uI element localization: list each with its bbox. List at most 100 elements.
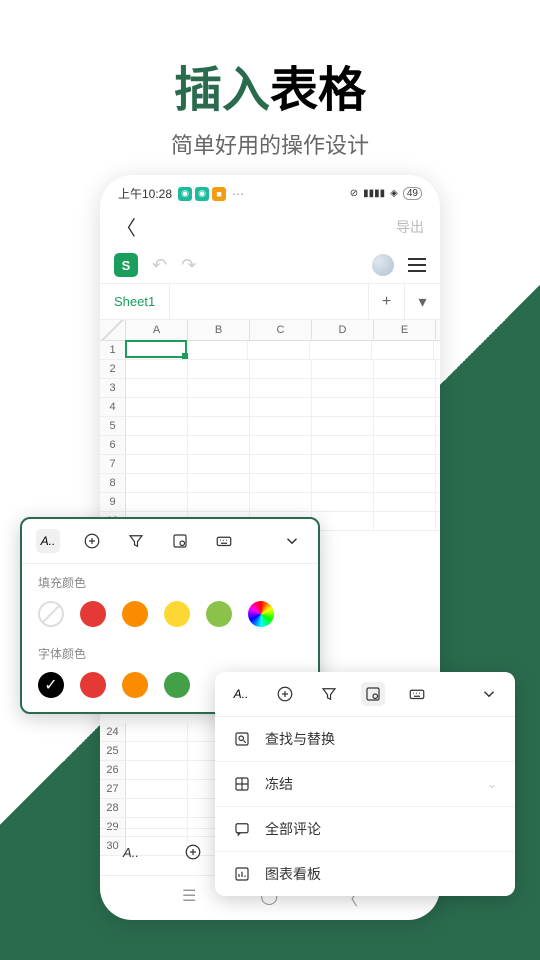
cell[interactable] xyxy=(372,341,434,359)
cell[interactable] xyxy=(312,398,374,416)
cell[interactable] xyxy=(188,455,250,473)
insert-button[interactable] xyxy=(273,682,297,706)
cell[interactable] xyxy=(374,417,436,435)
cell[interactable] xyxy=(250,474,312,492)
grid-row[interactable]: 9 xyxy=(100,493,440,512)
font-color-red[interactable] xyxy=(80,672,106,698)
fill-color-yellow[interactable] xyxy=(164,601,190,627)
cell[interactable] xyxy=(374,360,436,378)
cell[interactable] xyxy=(250,398,312,416)
grid-row[interactable]: 5 xyxy=(100,417,440,436)
col-header[interactable]: A xyxy=(126,320,188,340)
row-header[interactable]: 9 xyxy=(100,493,126,511)
cell[interactable] xyxy=(126,455,188,473)
undo-button[interactable]: ↶ xyxy=(152,255,167,276)
cell[interactable] xyxy=(312,379,374,397)
insert-button[interactable] xyxy=(182,841,204,863)
grid-row[interactable]: 8 xyxy=(100,474,440,493)
spreadsheet-grid[interactable]: A B C D E 12345678910 xyxy=(100,320,440,531)
row-header[interactable]: 27 xyxy=(100,780,126,798)
fill-color-orange[interactable] xyxy=(122,601,148,627)
redo-button[interactable]: ↷ xyxy=(181,255,196,276)
cell[interactable] xyxy=(126,493,188,511)
cell[interactable] xyxy=(188,398,250,416)
cell[interactable] xyxy=(250,417,312,435)
sheet-tab-1[interactable]: Sheet1 xyxy=(100,284,170,319)
fill-color-red[interactable] xyxy=(80,601,106,627)
view-button[interactable] xyxy=(361,682,385,706)
insert-button[interactable] xyxy=(80,529,104,553)
cell[interactable] xyxy=(312,360,374,378)
row-header[interactable]: 7 xyxy=(100,455,126,473)
menu-all-comments[interactable]: 全部评论 xyxy=(215,807,515,852)
collapse-button[interactable] xyxy=(280,529,304,553)
cell[interactable] xyxy=(186,341,248,359)
menu-button[interactable] xyxy=(408,258,426,272)
select-all-corner[interactable] xyxy=(100,320,126,340)
cell[interactable] xyxy=(374,398,436,416)
view-button[interactable] xyxy=(168,529,192,553)
cell[interactable] xyxy=(250,493,312,511)
col-header[interactable]: E xyxy=(374,320,436,340)
menu-freeze[interactable]: 冻结 ⌄ xyxy=(215,762,515,807)
color-picker-button[interactable] xyxy=(248,601,274,627)
cell[interactable] xyxy=(188,474,250,492)
grid-row[interactable]: 2 xyxy=(100,360,440,379)
row-header[interactable]: 25 xyxy=(100,742,126,760)
cell[interactable] xyxy=(312,417,374,435)
font-tool-button[interactable]: A.. xyxy=(36,529,60,553)
font-color-black[interactable]: ✓ xyxy=(38,672,64,698)
cell[interactable] xyxy=(312,493,374,511)
row-header[interactable]: 28 xyxy=(100,799,126,817)
cell[interactable] xyxy=(188,436,250,454)
row-header[interactable]: 2 xyxy=(100,360,126,378)
cell[interactable] xyxy=(188,360,250,378)
fill-color-green[interactable] xyxy=(206,601,232,627)
cell[interactable] xyxy=(374,379,436,397)
cell[interactable] xyxy=(312,455,374,473)
row-header[interactable]: 3 xyxy=(100,379,126,397)
font-tool-button[interactable]: A.. xyxy=(229,682,253,706)
row-header[interactable]: 24 xyxy=(100,723,126,741)
filter-button[interactable] xyxy=(317,682,341,706)
col-header[interactable]: C xyxy=(250,320,312,340)
menu-chart-dashboard[interactable]: 图表看板 xyxy=(215,852,515,896)
row-header[interactable]: 6 xyxy=(100,436,126,454)
cell[interactable] xyxy=(188,417,250,435)
cell[interactable] xyxy=(188,493,250,511)
row-header[interactable]: 4 xyxy=(100,398,126,416)
keyboard-button[interactable] xyxy=(212,529,236,553)
cell[interactable] xyxy=(250,379,312,397)
cell[interactable] xyxy=(126,474,188,492)
cell[interactable] xyxy=(126,360,188,378)
no-fill-color[interactable] xyxy=(38,601,64,627)
font-color-orange[interactable] xyxy=(122,672,148,698)
cell[interactable] xyxy=(126,761,188,779)
cell[interactable] xyxy=(312,436,374,454)
cell[interactable] xyxy=(248,341,310,359)
cell[interactable] xyxy=(126,799,188,817)
row-header[interactable]: 26 xyxy=(100,761,126,779)
cell[interactable] xyxy=(250,360,312,378)
back-button[interactable]: 〈 xyxy=(116,212,136,241)
filter-button[interactable] xyxy=(124,529,148,553)
cell[interactable] xyxy=(126,780,188,798)
cell[interactable] xyxy=(126,417,188,435)
row-header[interactable]: 1 xyxy=(100,341,126,359)
avatar[interactable] xyxy=(372,254,394,276)
col-header[interactable]: D xyxy=(312,320,374,340)
row-header[interactable]: 8 xyxy=(100,474,126,492)
grid-row[interactable]: 3 xyxy=(100,379,440,398)
cell[interactable] xyxy=(126,398,188,416)
cell[interactable] xyxy=(126,379,188,397)
cell[interactable] xyxy=(374,512,436,530)
cell[interactable] xyxy=(126,723,188,741)
nav-menu[interactable]: ☰ xyxy=(182,886,196,910)
export-button[interactable]: 导出 xyxy=(396,217,424,237)
col-header[interactable]: B xyxy=(188,320,250,340)
add-sheet-button[interactable]: + xyxy=(368,284,404,319)
cell[interactable] xyxy=(126,436,188,454)
cell[interactable] xyxy=(126,742,188,760)
cell[interactable] xyxy=(312,512,374,530)
cell[interactable] xyxy=(310,341,372,359)
